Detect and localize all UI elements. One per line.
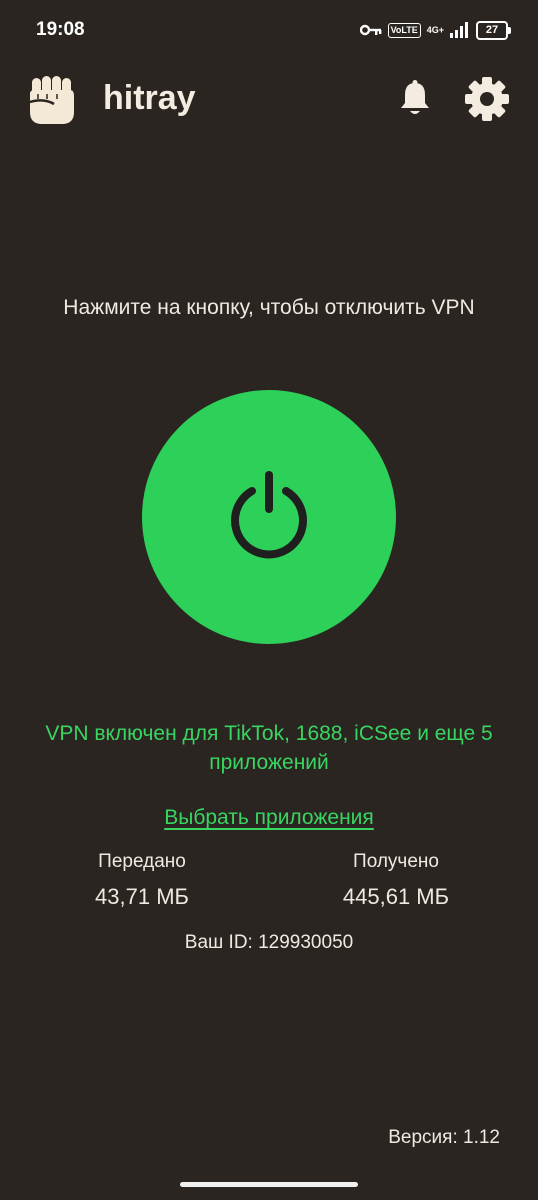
home-indicator[interactable] [180,1182,358,1187]
battery-indicator: 27 [476,20,511,40]
fist-icon [29,76,74,124]
volte-indicator: VoLTE [387,22,421,38]
key-icon [359,24,381,36]
app-version: Версия: 1.12 [388,1127,500,1148]
gear-icon[interactable] [464,76,510,122]
app-title: hitray [103,79,196,117]
sent-label: Передано [98,851,186,872]
status-icons: VoLTE 4G+ 27 [359,18,511,42]
user-id: Ваш ID: 129930050 [184,932,354,953]
received-label: Получено [353,851,439,872]
signal-icon [450,22,468,38]
status-time: 19:08 [36,19,85,40]
choose-apps-link[interactable]: Выбрать приложения [0,806,538,830]
power-button[interactable] [142,390,396,644]
network-type: 4G+ [426,24,444,35]
received-value: 445,61 МБ [342,884,450,909]
vpn-status-text: VPN включен для TikTok, 1688, iCSee и ещ… [45,722,493,774]
power-icon [231,471,307,559]
bell-icon[interactable] [398,80,432,116]
disconnect-hint: Нажмите на кнопку, чтобы отключить VPN [63,296,475,319]
sent-value: 43,71 МБ [95,884,189,909]
